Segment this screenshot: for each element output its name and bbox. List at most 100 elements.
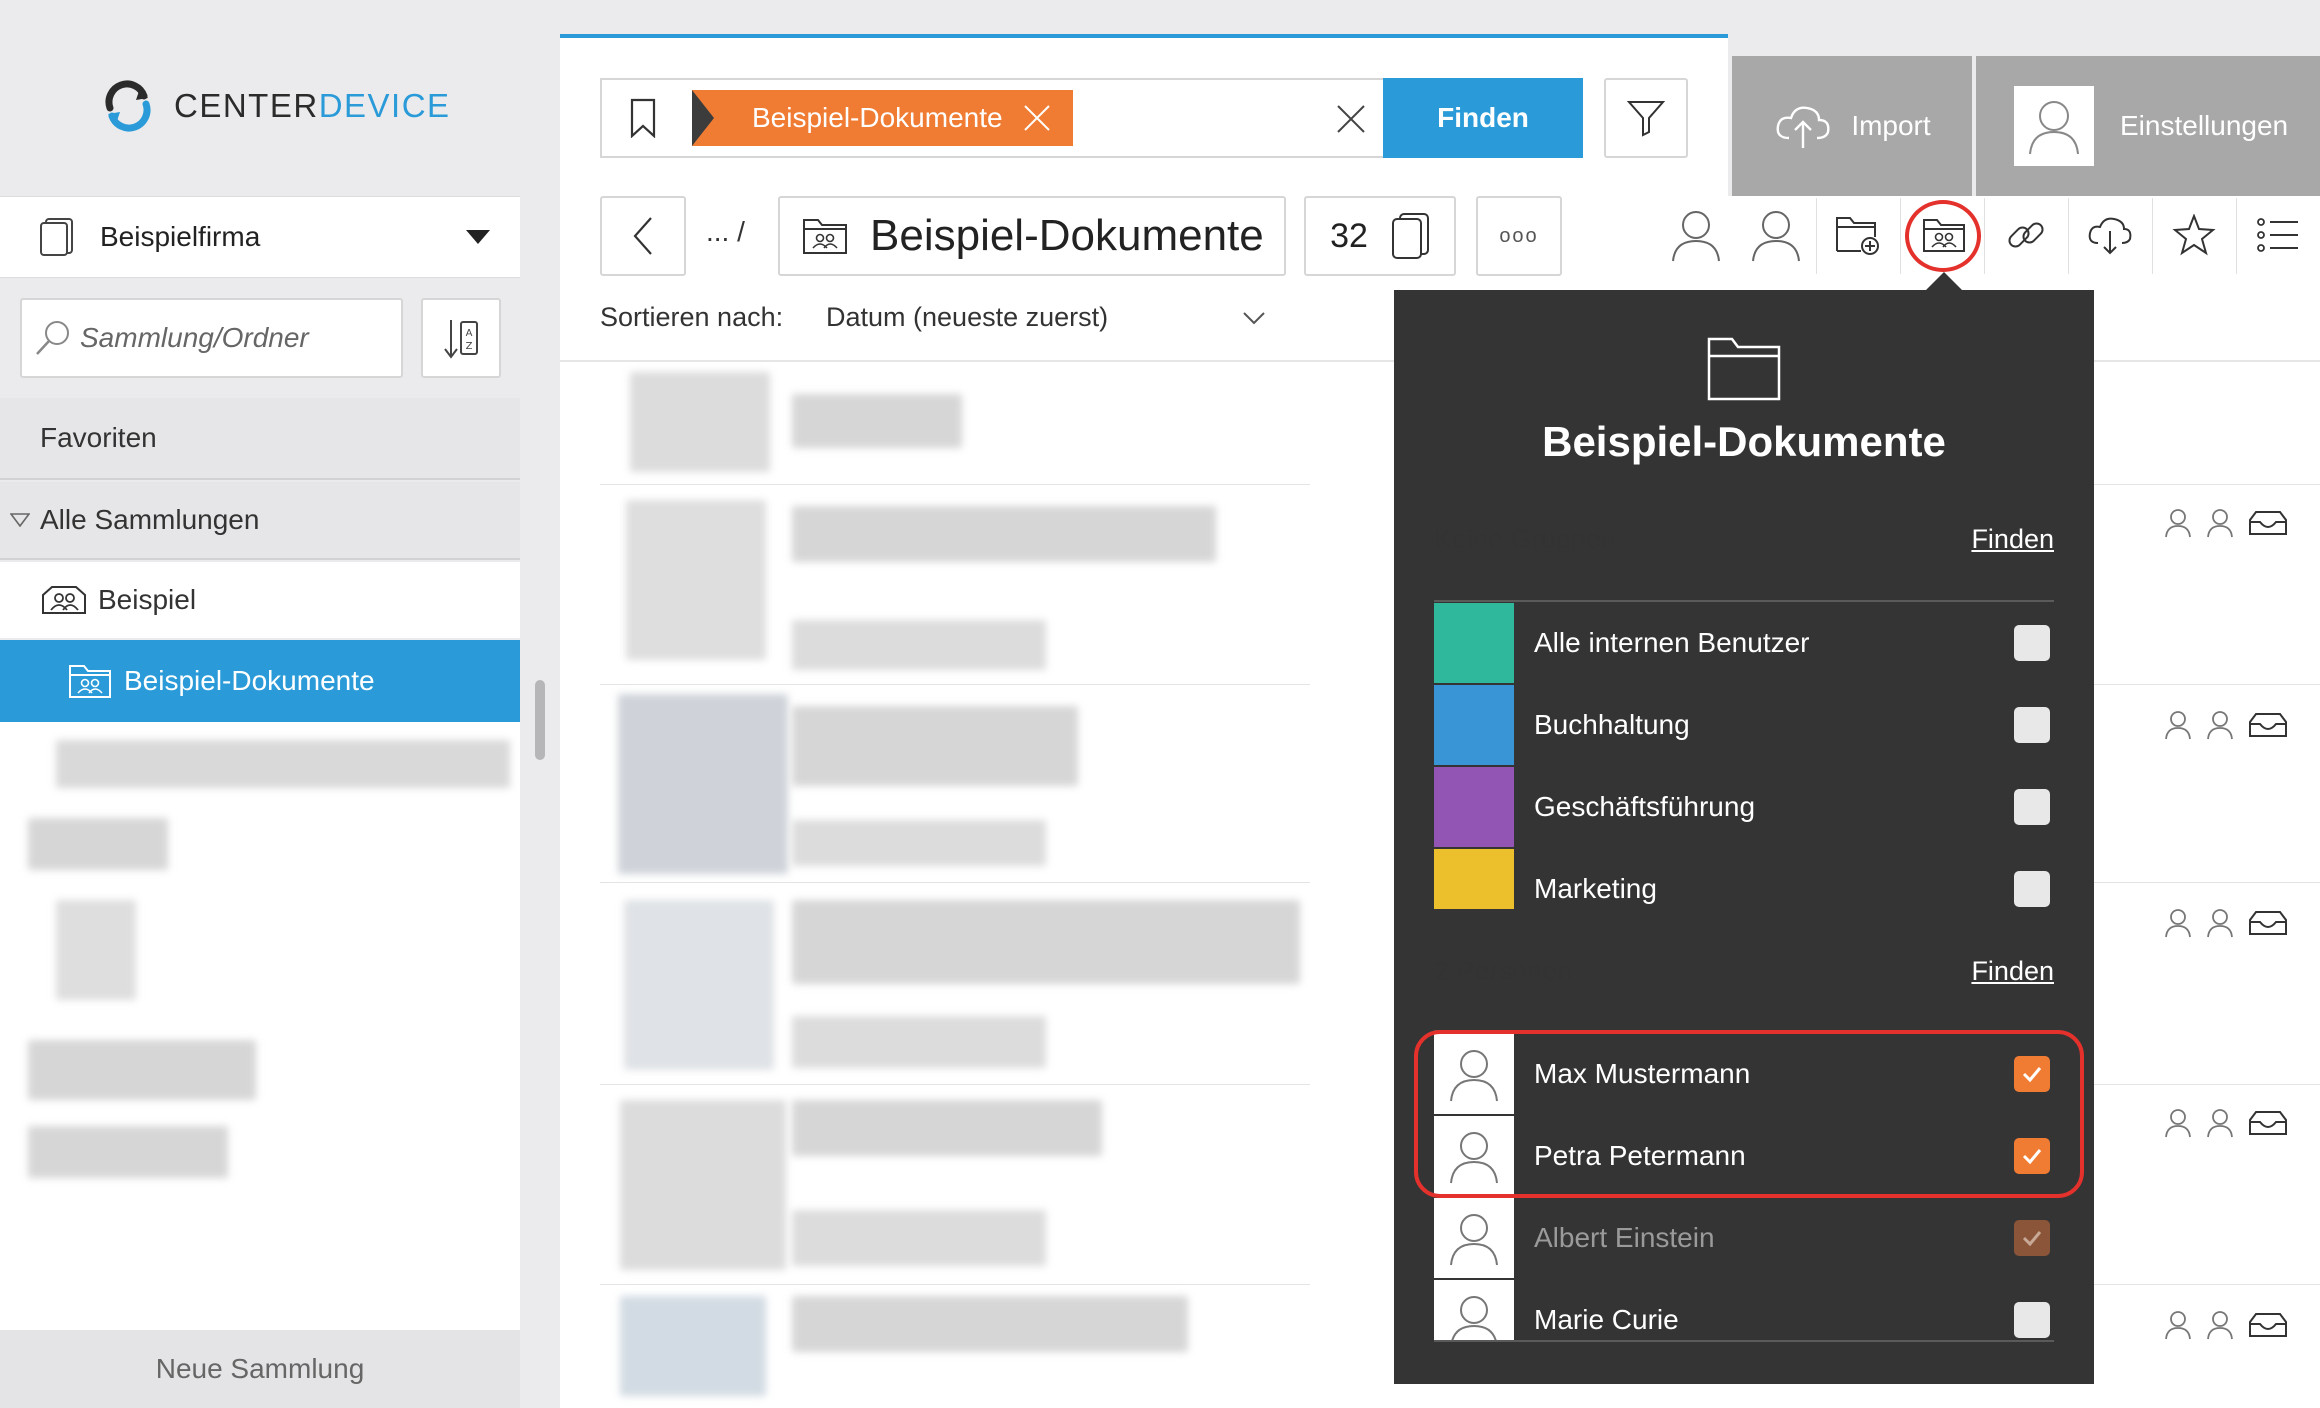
people-header: 2 Personen Finden (1434, 956, 2054, 987)
group-checkbox[interactable] (2014, 871, 2050, 907)
highlight-box (1414, 1030, 2084, 1198)
user-icon[interactable] (1736, 200, 1816, 270)
blurred-thumbnail (626, 500, 766, 660)
folder-icon-shape (1707, 337, 1781, 401)
settings-button[interactable]: Einstellungen (1976, 56, 2320, 196)
breadcrumb[interactable]: ... / (706, 216, 745, 248)
search-tag[interactable]: Beispiel-Dokumente (692, 90, 1073, 146)
shared-collection-icon (42, 586, 86, 614)
sidebar-item-beispiel-dokumente[interactable]: Beispiel-Dokumente (0, 640, 520, 722)
user-icon[interactable] (2164, 908, 2192, 938)
bookmark-icon (630, 98, 656, 138)
user-icon[interactable] (2206, 710, 2234, 740)
list-view-button[interactable] (2238, 200, 2318, 270)
sidebar-favorites-label: Favoriten (40, 422, 157, 453)
inbox-icon[interactable] (2248, 1110, 2288, 1136)
collection-search-input[interactable] (80, 322, 390, 354)
blurred-text (792, 1296, 1188, 1352)
svg-text:Z: Z (466, 341, 473, 352)
documents-icon (1391, 213, 1429, 259)
blurred-text (792, 1100, 1102, 1156)
user-icon[interactable] (2164, 1108, 2192, 1138)
download-button[interactable] (2070, 200, 2150, 270)
centerdevice-logo[interactable]: CENTERDEVICE (100, 70, 451, 142)
import-label: Import (1851, 110, 1931, 141)
inbox-icon[interactable] (2248, 910, 2288, 936)
user-icon[interactable] (2206, 1108, 2234, 1138)
user-icon[interactable] (2164, 508, 2192, 538)
person-checkbox[interactable] (2014, 1220, 2050, 1256)
shared-folder-icon (803, 219, 847, 254)
document-count-value: 32 (1330, 216, 1368, 255)
group-checkbox[interactable] (2014, 707, 2050, 743)
bookmark-button[interactable] (604, 82, 682, 154)
group-color-swatch (1434, 603, 1514, 683)
new-collection-label: Neue Sammlung (155, 1353, 365, 1384)
avatar (2014, 86, 2094, 166)
sidebar-resize-handle[interactable] (535, 680, 545, 760)
search-tag-label: Beispiel-Dokumente (752, 102, 1003, 133)
blurred-thumbnail (630, 372, 770, 472)
blurred-item (28, 1040, 256, 1100)
people-find-link[interactable]: Finden (1971, 956, 2054, 987)
find-button-label: Finden (1437, 102, 1529, 133)
search-find-button[interactable]: Finden (1383, 78, 1583, 158)
divider (600, 684, 1310, 685)
filter-button[interactable] (1604, 78, 1688, 158)
favorite-button[interactable] (2154, 200, 2234, 270)
import-button[interactable]: Import (1732, 56, 1972, 196)
star-icon (2172, 214, 2216, 256)
sort-dropdown[interactable]: Datum (neueste zuerst) (826, 302, 1266, 333)
new-collection-button[interactable]: Neue Sammlung (0, 1330, 520, 1408)
groups-find-link[interactable]: Finden (1971, 524, 2054, 555)
blurred-text (792, 900, 1300, 984)
shared-folder-icon (69, 665, 111, 698)
row-actions (2164, 1108, 2288, 1138)
blurred-thumbnail (618, 694, 788, 874)
groups-heading: Keine Gruppen (1434, 524, 1616, 554)
user-icon[interactable] (2206, 508, 2234, 538)
inbox-icon[interactable] (2248, 510, 2288, 536)
new-folder-button[interactable] (1818, 200, 1898, 270)
sidebar-item-beispiel[interactable]: Beispiel (0, 562, 520, 638)
document-count[interactable]: 32 (1304, 196, 1456, 276)
link-button[interactable] (1986, 200, 2066, 270)
user-icon[interactable] (2206, 1310, 2234, 1340)
group-row[interactable]: Alle internen Benutzer (1434, 603, 2054, 683)
user-icon[interactable] (2164, 1310, 2192, 1340)
company-selector[interactable]: Beispielfirma (0, 196, 520, 278)
sidebar-favorites[interactable]: Favoriten (0, 398, 520, 480)
sort-az-button[interactable]: A Z (421, 298, 501, 378)
person-name: Albert Einstein (1534, 1222, 1715, 1253)
group-row[interactable]: Marketing (1434, 849, 2054, 909)
blurred-text (792, 394, 962, 448)
group-row[interactable]: Geschäftsführung (1434, 767, 2054, 847)
group-checkbox[interactable] (2014, 625, 2050, 661)
user-icon[interactable] (2164, 710, 2192, 740)
search-icon (36, 321, 69, 355)
person-checkbox[interactable] (2014, 1302, 2050, 1338)
user-icon[interactable] (1656, 200, 1736, 270)
caret-down-icon (466, 230, 490, 244)
divider (2094, 684, 2320, 685)
back-button[interactable] (600, 196, 686, 276)
close-icon[interactable] (1021, 102, 1053, 134)
collection-search[interactable] (20, 298, 403, 378)
page-title: Beispiel-Dokumente (870, 211, 1264, 260)
more-button[interactable]: ooo (1476, 196, 1562, 276)
user-icon[interactable] (2206, 908, 2234, 938)
inbox-icon[interactable] (2248, 1312, 2288, 1338)
person-row[interactable]: Albert Einstein (1434, 1198, 2054, 1278)
inbox-icon[interactable] (2248, 712, 2288, 738)
group-row[interactable]: Buchhaltung (1434, 685, 2054, 765)
toolbar-divider (2068, 198, 2069, 274)
sort-alpha-icon: A Z (444, 320, 478, 359)
user-icon (2029, 101, 2079, 155)
triangle-down-icon (10, 513, 30, 527)
current-collection[interactable]: Beispiel-Dokumente (778, 196, 1286, 276)
clear-search-button[interactable] (1328, 96, 1374, 142)
sidebar-all-collections[interactable]: Alle Sammlungen (0, 482, 520, 560)
person-row[interactable]: Marie Curie (1434, 1280, 2054, 1340)
folder-icon (1706, 336, 1782, 402)
group-checkbox[interactable] (2014, 789, 2050, 825)
